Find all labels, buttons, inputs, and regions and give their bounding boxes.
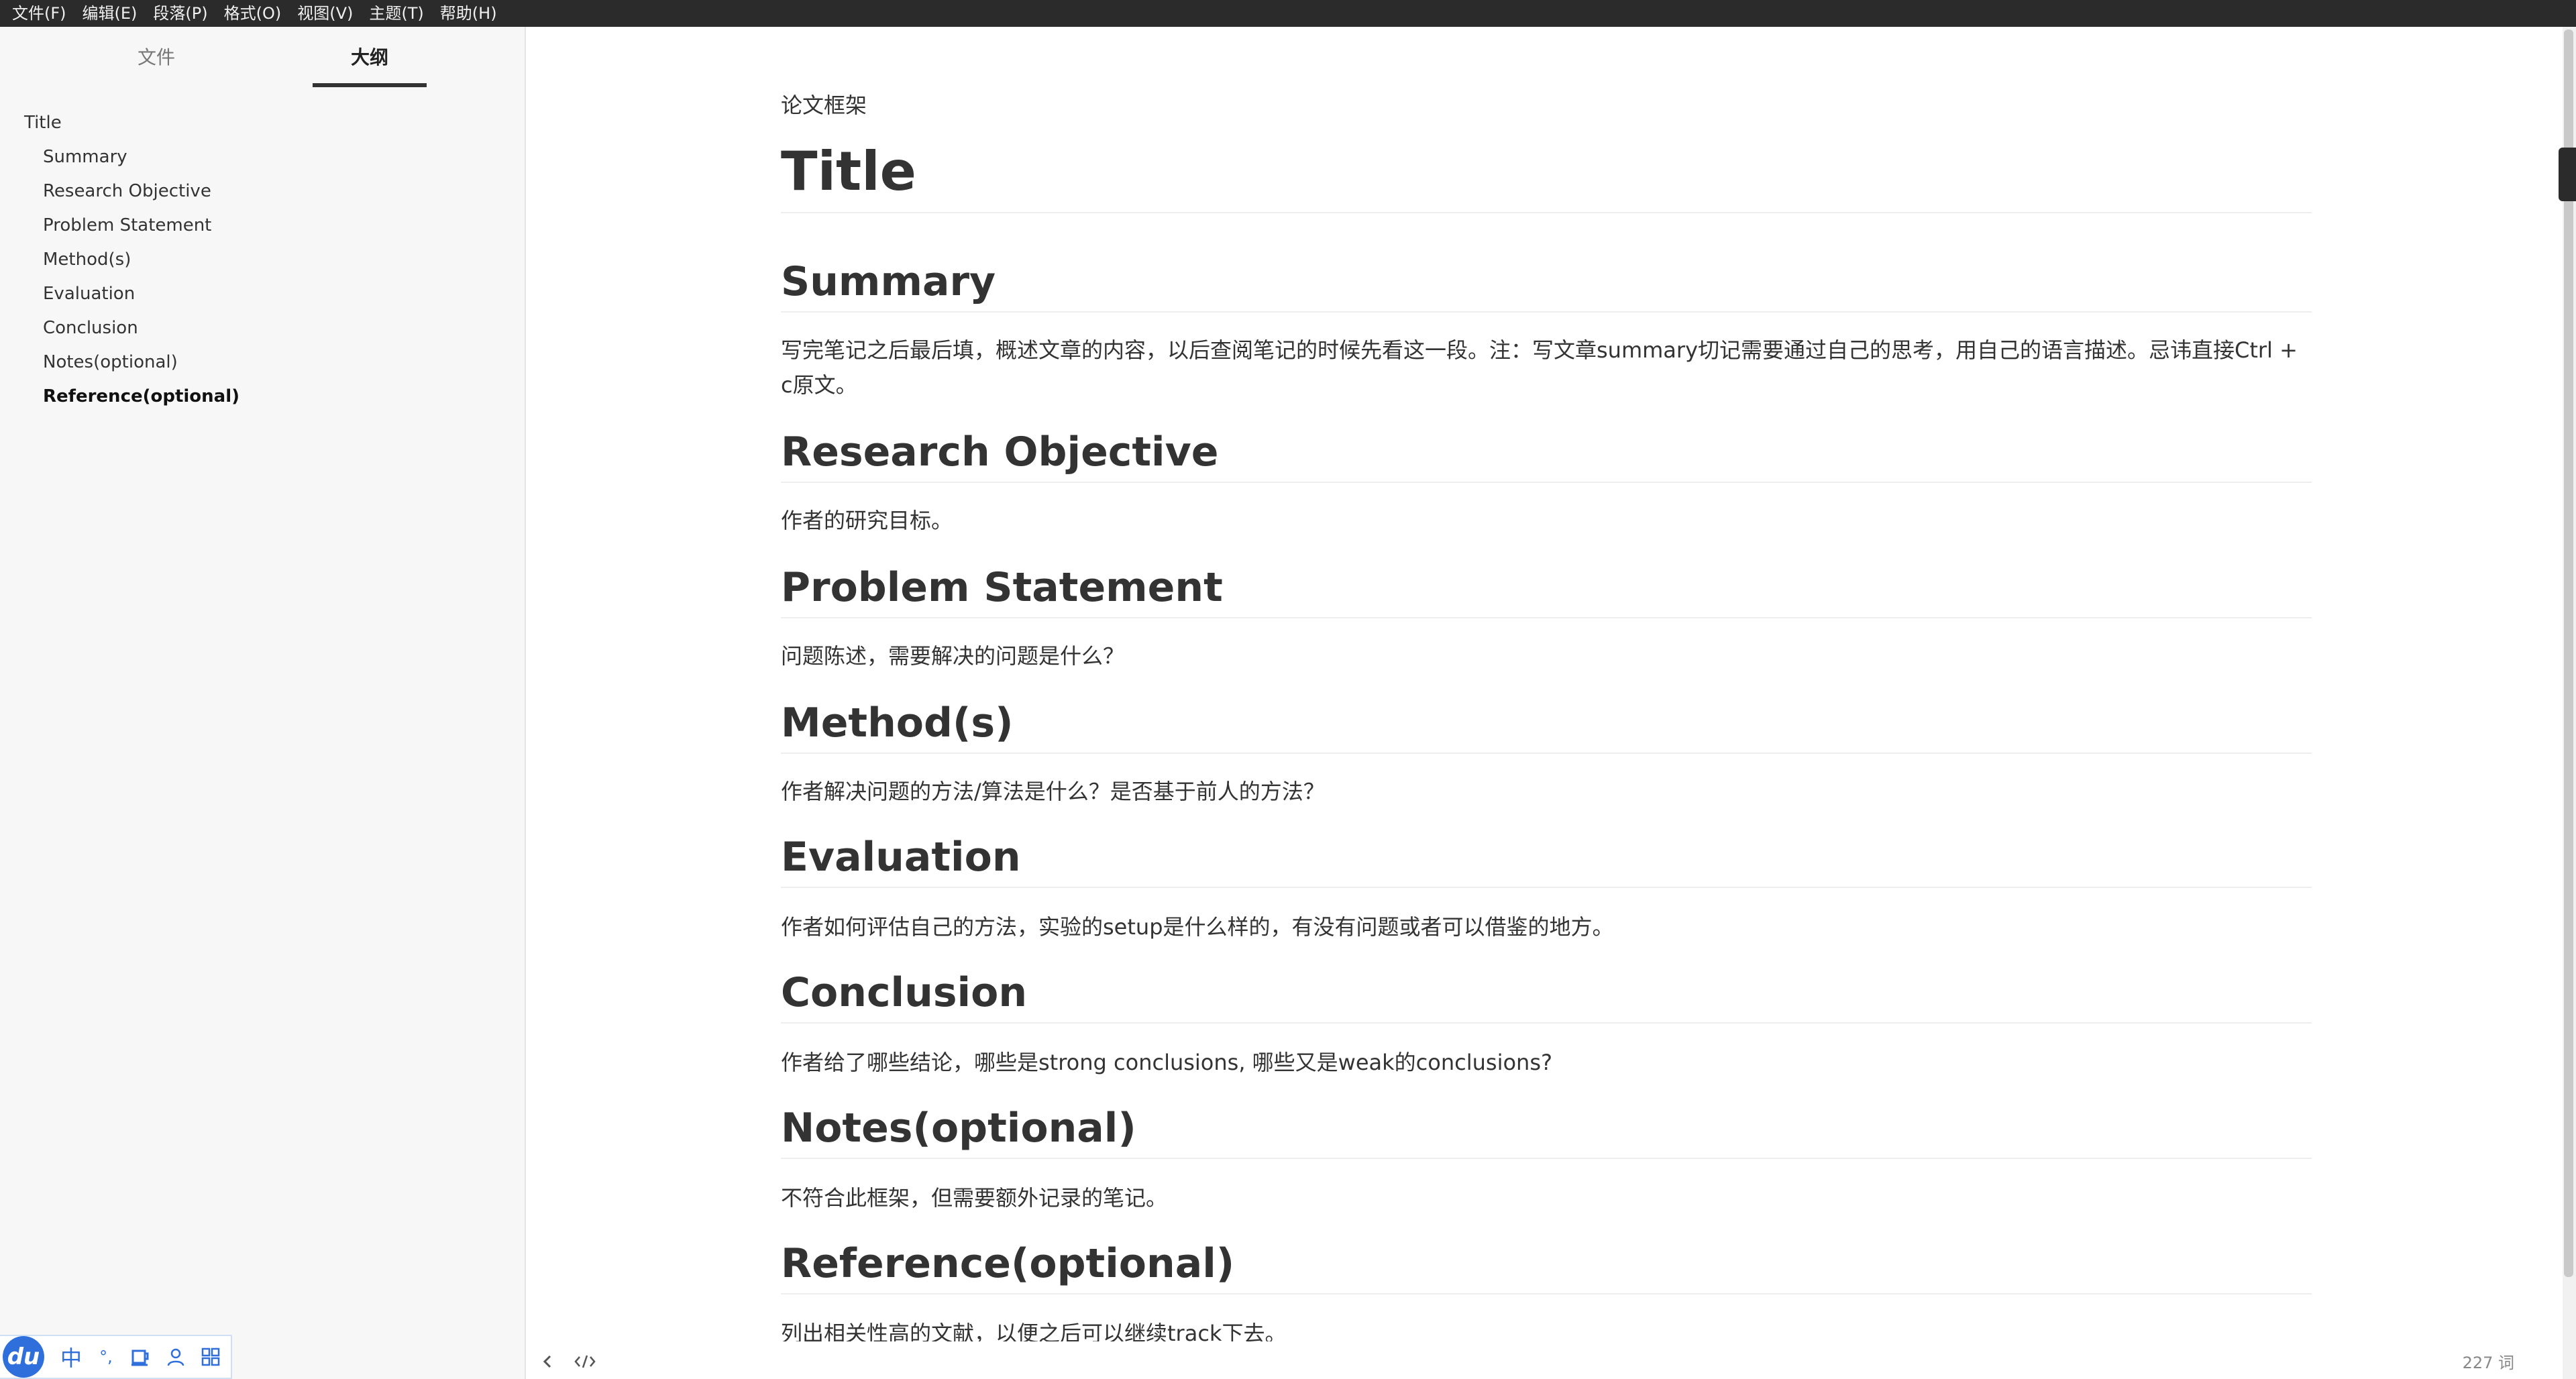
ime-user-icon[interactable] <box>160 1341 192 1373</box>
heading-research-objective: Research Objective <box>781 425 2312 483</box>
menu-view[interactable]: 视图(V) <box>289 0 361 27</box>
paragraph-methods: 作者解决问题的方法/算法是什么？是否基于前人的方法？ <box>781 779 1325 804</box>
paragraph-evaluation: 作者如何评估自己的方法，实验的setup是什么样的，有没有问题或者可以借鉴的地方… <box>781 914 1614 940</box>
heading-title: Title <box>781 138 2312 213</box>
paragraph-summary: 写完笔记之后最后填，概述文章的内容，以后查阅笔记的时候先看这一段。注：写文章su… <box>781 337 2298 398</box>
paragraph-research-objective: 作者的研究目标。 <box>781 508 953 533</box>
grid-icon <box>201 1347 220 1366</box>
source-mode-button[interactable] <box>573 1349 597 1374</box>
menu-edit[interactable]: 编辑(E) <box>74 0 146 27</box>
outline-item-research-objective[interactable]: Research Objective <box>0 174 526 209</box>
menu-bar: 文件(F) 编辑(E) 段落(P) 格式(O) 视图(V) 主题(T) 帮助(H… <box>0 0 2576 27</box>
document-pretitle: 论文框架 <box>781 93 867 118</box>
menu-paragraph[interactable]: 段落(P) <box>145 0 215 27</box>
scrollbar-thumb[interactable] <box>2564 30 2573 1277</box>
outline-item-notes[interactable]: Notes(optional) <box>0 345 526 380</box>
sidebar-tabs: 文件 大纲 <box>0 27 526 91</box>
outline-item-conclusion[interactable]: Conclusion <box>0 311 526 345</box>
outline-item-reference[interactable]: Reference(optional) <box>0 380 526 414</box>
menu-file[interactable]: 文件(F) <box>4 0 74 27</box>
side-panel-handle[interactable] <box>2559 148 2576 201</box>
paragraph-conclusion: 作者给了哪些结论，哪些是strong conclusions, 哪些又是weak… <box>781 1050 1552 1075</box>
ime-mode-toggle[interactable]: 中 <box>55 1341 87 1373</box>
heading-summary: Summary <box>781 255 2312 313</box>
tab-outline[interactable]: 大纲 <box>313 47 427 85</box>
ime-toolbar: du 中 °, <box>0 1335 232 1379</box>
ime-skin-icon[interactable] <box>125 1341 157 1373</box>
vertical-scrollbar[interactable] <box>2563 27 2576 1379</box>
user-icon <box>167 1348 184 1366</box>
heading-notes: Notes(optional) <box>781 1101 2312 1159</box>
menu-theme[interactable]: 主题(T) <box>361 0 431 27</box>
heading-problem-statement: Problem Statement <box>781 561 2312 618</box>
ime-logo[interactable]: du <box>3 1336 44 1378</box>
outline-item-summary[interactable]: Summary <box>0 140 526 174</box>
ime-grid-icon[interactable] <box>195 1341 227 1373</box>
paragraph-problem-statement: 问题陈述，需要解决的问题是什么？ <box>781 643 1125 669</box>
outline-item-problem-statement[interactable]: Problem Statement <box>0 209 526 243</box>
outline-item-evaluation[interactable]: Evaluation <box>0 277 526 311</box>
heading-reference: Reference(optional) <box>781 1237 2312 1294</box>
code-icon <box>574 1355 596 1368</box>
heading-conclusion: Conclusion <box>781 966 2312 1024</box>
outline-item-title[interactable]: Title <box>0 106 526 140</box>
status-bar: 227 词 <box>527 1341 2563 1379</box>
tab-files[interactable]: 文件 <box>99 47 213 85</box>
outline-item-methods[interactable]: Method(s) <box>0 243 526 277</box>
active-tab-indicator <box>313 83 427 87</box>
paragraph-notes: 不符合此框架，但需要额外记录的笔记。 <box>781 1185 1168 1211</box>
editor[interactable]: 论文框架 Title Summary 写完笔记之后最后填，概述文章的内容，以后查… <box>527 27 2563 1346</box>
menu-help[interactable]: 帮助(H) <box>432 0 505 27</box>
sidebar: 文件 大纲 Title Summary Research Objective P… <box>0 27 526 1379</box>
toggle-sidebar-button[interactable] <box>535 1349 559 1374</box>
chevron-left-icon <box>543 1355 551 1368</box>
cup-icon <box>131 1349 149 1366</box>
heading-evaluation: Evaluation <box>781 830 2312 888</box>
heading-methods: Method(s) <box>781 696 2312 754</box>
word-count[interactable]: 227 词 <box>2463 1349 2514 1373</box>
menu-format[interactable]: 格式(O) <box>216 0 290 27</box>
outline-list: Title Summary Research Objective Problem… <box>0 106 526 414</box>
ime-punctuation-toggle[interactable]: °, <box>90 1341 122 1373</box>
